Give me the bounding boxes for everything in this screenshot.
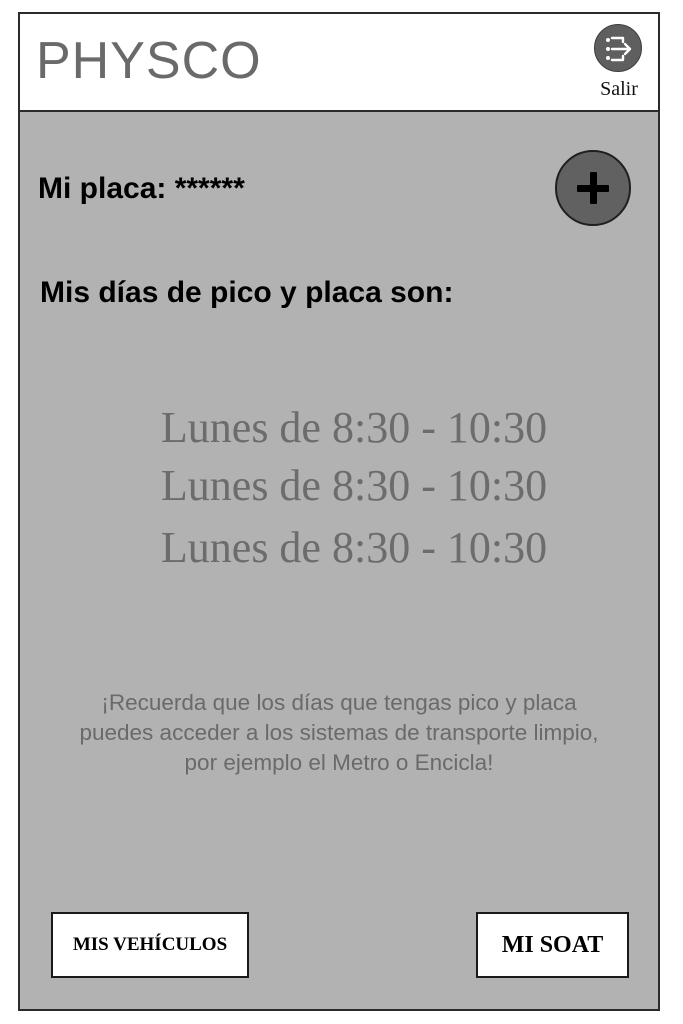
app-header: PHYSCO Salir [20,14,658,112]
reminder-line: puedes acceder a los sistemas de transpo… [79,720,599,745]
main-content: Mi placa: ****** Mis días de pico y plac… [20,112,658,1009]
my-soat-button[interactable]: MI SOAT [476,912,629,978]
logout-button[interactable]: Salir [594,24,644,102]
reminder-line: por ejemplo el Metro o Encicla! [184,750,494,775]
my-vehicles-button[interactable]: MIS VEHÍCULOS [51,912,249,978]
app-frame: PHYSCO Salir Mi placa: ****** Mis días d… [18,12,660,1011]
app-title: PHYSCO [36,32,262,90]
schedule-item: Lunes de 8:30 - 10:30 [160,461,548,510]
schedule-item: Lunes de 8:30 - 10:30 [160,403,548,452]
logout-icon[interactable] [594,24,642,72]
logout-label[interactable]: Salir [586,78,652,101]
add-button[interactable] [555,150,631,226]
plate-label: Mi placa: ****** [38,172,245,205]
days-heading: Mis días de pico y placa son: [40,276,454,309]
reminder-line: ¡Recuerda que los días que tengas pico y… [101,690,577,715]
reminder-text: ¡Recuerda que los días que tengas pico y… [40,688,638,778]
schedule-item: Lunes de 8:30 - 10:30 [160,523,548,572]
